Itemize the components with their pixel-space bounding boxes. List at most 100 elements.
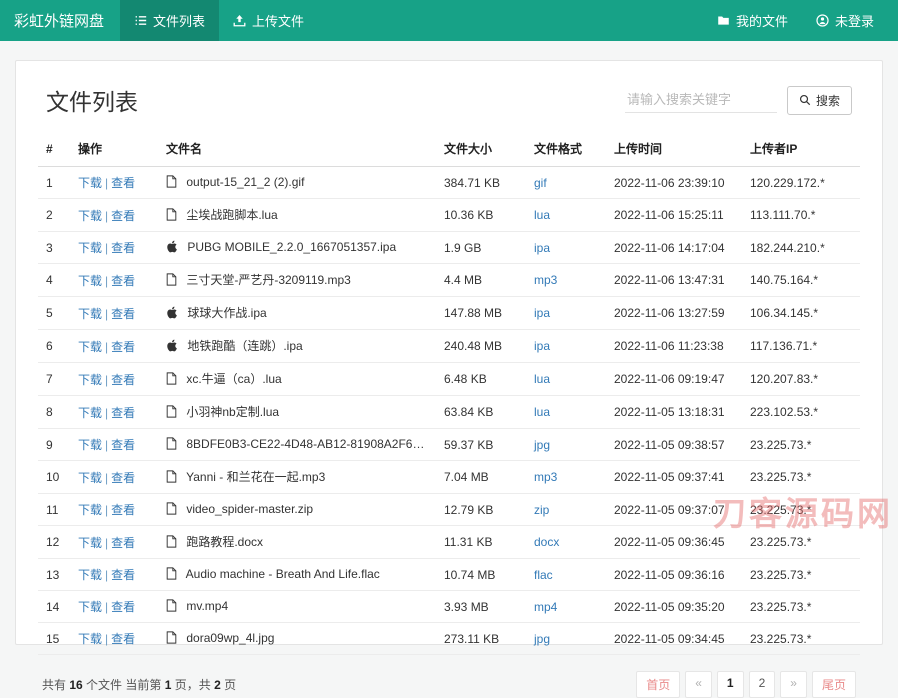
file-format-link[interactable]: ipa [534, 241, 550, 255]
upload-time: 2022-11-06 11:23:38 [606, 329, 742, 363]
nav-item-file-list[interactable]: 文件列表 [120, 0, 220, 41]
row-index: 2 [38, 198, 70, 232]
file-format-link[interactable]: lua [534, 405, 550, 419]
view-link[interactable]: 查看 [111, 438, 135, 452]
download-link[interactable]: 下载 [78, 600, 102, 614]
download-link[interactable]: 下载 [78, 274, 102, 288]
file-name[interactable]: 尘埃战跑脚本.lua [186, 208, 277, 222]
file-name[interactable]: 三寸天堂-严艺丹-3209119.mp3 [186, 273, 351, 287]
search-input[interactable] [624, 87, 777, 113]
row-index: 14 [38, 590, 70, 623]
file-name[interactable]: 小羽神nb定制.lua [186, 405, 279, 419]
file-size: 273.11 KB [436, 622, 526, 655]
view-link[interactable]: 查看 [111, 471, 135, 485]
download-link[interactable]: 下载 [78, 373, 102, 387]
row-actions: 下载 | 查看 [70, 590, 158, 623]
file-format-link[interactable]: flac [534, 568, 553, 582]
download-link[interactable]: 下载 [78, 536, 102, 550]
download-link[interactable]: 下载 [78, 307, 102, 321]
view-link[interactable]: 查看 [111, 241, 135, 255]
download-link[interactable]: 下载 [78, 568, 102, 582]
action-separator: | [105, 372, 109, 387]
view-link[interactable]: 查看 [111, 600, 135, 614]
file-format-cell: jpg [526, 428, 606, 461]
download-link[interactable]: 下载 [78, 438, 102, 452]
search-button[interactable]: 搜索 [786, 85, 852, 115]
pagination-item[interactable]: 2 [748, 671, 776, 698]
pagination-item[interactable]: « [685, 671, 712, 698]
pagination-item[interactable]: 首页 [636, 671, 681, 698]
summary-part: 1 [164, 678, 172, 692]
row-index: 1 [38, 166, 70, 199]
download-link[interactable]: 下载 [78, 340, 102, 354]
file-name[interactable]: 地铁跑酷（连跳）.ipa [187, 339, 302, 353]
file-format-link[interactable]: docx [534, 535, 559, 549]
download-link[interactable]: 下载 [78, 406, 102, 420]
pagination-item[interactable]: » [780, 671, 807, 698]
pagination-item[interactable]: 尾页 [811, 671, 856, 698]
download-link[interactable]: 下载 [78, 176, 102, 190]
file-name[interactable]: Yanni - 和兰花在一起.mp3 [186, 470, 325, 484]
row-index: 11 [38, 493, 70, 526]
file-format-link[interactable]: jpg [534, 632, 550, 646]
file-name[interactable]: 8BDFE0B3-CE22-4D48-AB12-81908A2F6236_hd.… [186, 437, 436, 451]
view-link[interactable]: 查看 [111, 373, 135, 387]
file-format-link[interactable]: lua [534, 208, 550, 222]
view-link[interactable]: 查看 [111, 503, 135, 517]
file-name[interactable]: 球球大作战.ipa [187, 306, 266, 320]
file-name[interactable]: mv.mp4 [186, 599, 228, 613]
nav-item-upload[interactable]: 上传文件 [219, 0, 318, 41]
file-icon [166, 566, 177, 583]
file-format-cell: ipa [526, 329, 606, 363]
download-link[interactable]: 下载 [78, 241, 102, 255]
brand[interactable]: 彩虹外链网盘 [0, 0, 120, 41]
file-name[interactable]: video_spider-master.zip [186, 502, 313, 516]
file-format-link[interactable]: mp3 [534, 273, 557, 287]
file-name[interactable]: output-15_21_2 (2).gif [186, 175, 304, 189]
view-link[interactable]: 查看 [111, 176, 135, 190]
file-format-link[interactable]: ipa [534, 339, 550, 353]
download-link[interactable]: 下载 [78, 209, 102, 223]
action-separator: | [105, 438, 109, 452]
row-index: 3 [38, 231, 70, 264]
file-name[interactable]: 跑路教程.docx [186, 535, 263, 549]
file-name[interactable]: Audio machine - Breath And Life.flac [186, 567, 380, 581]
view-link[interactable]: 查看 [111, 406, 135, 420]
download-link[interactable]: 下载 [78, 632, 102, 646]
nav-item-my-files[interactable]: 我的文件 [703, 0, 802, 41]
table-row: 5 下载 | 查看 球球大作战.ipa 147.88 MB ipa 2022-11-… [38, 296, 860, 330]
download-link[interactable]: 下载 [78, 503, 102, 517]
view-link[interactable]: 查看 [111, 568, 135, 582]
download-link[interactable]: 下载 [78, 471, 102, 485]
pagination-item[interactable]: 1 [716, 671, 744, 698]
col-header-actions: 操作 [70, 131, 158, 167]
file-icon [166, 405, 177, 421]
view-link[interactable]: 查看 [111, 632, 135, 646]
view-link[interactable]: 查看 [111, 209, 135, 223]
file-name-cell: 跑路教程.docx [158, 525, 436, 559]
file-format-link[interactable]: ipa [534, 306, 550, 320]
view-link[interactable]: 查看 [111, 274, 135, 288]
view-link[interactable]: 查看 [111, 536, 135, 550]
nav-item-login-status[interactable]: 未登录 [802, 0, 888, 41]
row-index: 13 [38, 558, 70, 591]
row-index: 8 [38, 395, 70, 429]
row-actions: 下载 | 查看 [70, 329, 158, 363]
file-name[interactable]: xc.牛逼（ca）.lua [186, 372, 281, 386]
file-name[interactable]: PUBG MOBILE_2.2.0_1667051357.ipa [187, 240, 396, 254]
file-format-link[interactable]: mp4 [534, 600, 557, 614]
action-separator: | [105, 535, 109, 550]
file-format-link[interactable]: lua [534, 372, 550, 386]
file-format-link[interactable]: gif [534, 176, 547, 190]
file-format-link[interactable]: zip [534, 503, 549, 517]
file-format-link[interactable]: jpg [534, 438, 550, 452]
view-link[interactable]: 查看 [111, 340, 135, 354]
view-link[interactable]: 查看 [111, 307, 135, 321]
row-actions: 下载 | 查看 [70, 428, 158, 461]
file-size: 59.37 KB [436, 428, 526, 461]
file-format-link[interactable]: mp3 [534, 470, 557, 484]
table-row: 14 下载 | 查看 mv.mp4 3.93 MB mp4 2022-11-05 0… [38, 590, 860, 623]
file-name[interactable]: dora09wp_4l.jpg [186, 631, 274, 645]
uploader-ip: 23.225.73.* [742, 558, 860, 591]
upload-time: 2022-11-05 09:36:16 [606, 558, 742, 591]
